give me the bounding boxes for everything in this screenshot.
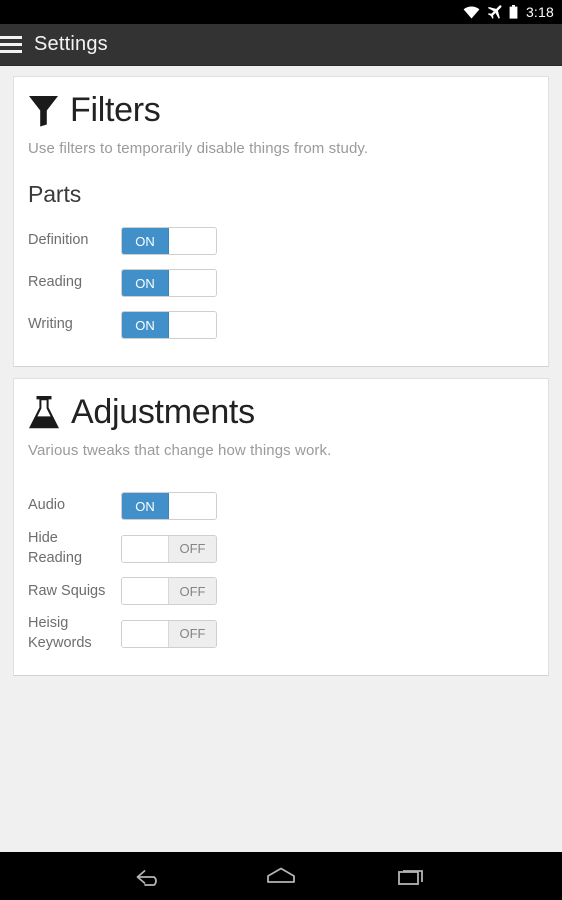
toggle-definition[interactable]: ON xyxy=(121,227,217,256)
toggle-heisig-keywords[interactable]: OFF xyxy=(121,619,217,648)
toggle-state-label: OFF xyxy=(169,620,216,647)
row-label: Raw Squigs xyxy=(28,582,106,599)
adjustments-card: Adjustments Various tweaks that change h… xyxy=(13,378,549,677)
row-reading: Reading ON xyxy=(28,264,534,302)
row-heisig-keywords: Heisig Keywords OFF xyxy=(28,614,534,653)
home-icon xyxy=(267,867,295,883)
toggle-state-label: ON xyxy=(122,270,169,297)
row-label: Writing xyxy=(28,316,73,333)
row-label: Definition xyxy=(28,232,89,249)
toggle-thumb xyxy=(122,620,169,647)
row-hide-reading: Hide Reading OFF xyxy=(28,529,534,568)
home-button[interactable] xyxy=(257,852,305,900)
airplane-mode-icon xyxy=(487,5,502,19)
adjustments-title: Adjustments xyxy=(71,393,255,432)
row-label: Reading xyxy=(28,274,83,291)
system-navigation-bar xyxy=(0,852,562,900)
recents-button[interactable] xyxy=(388,852,436,900)
toggle-thumb xyxy=(169,312,216,339)
parts-rows: Definition ON Reading ON Writing ON xyxy=(28,222,534,344)
toggle-audio[interactable]: ON xyxy=(121,492,217,521)
filters-card: Filters Use filters to temporarily disab… xyxy=(13,76,549,368)
toggle-state-label: ON xyxy=(122,493,169,520)
settings-content: Filters Use filters to temporarily disab… xyxy=(0,66,562,677)
toggle-state-label: OFF xyxy=(169,578,216,605)
row-label: Audio xyxy=(28,497,66,514)
battery-icon xyxy=(509,5,518,19)
toggle-thumb xyxy=(122,578,169,605)
hamburger-menu-icon[interactable] xyxy=(0,24,22,66)
back-button[interactable] xyxy=(126,852,174,900)
row-writing: Writing ON xyxy=(28,306,534,344)
row-label: Hide Reading xyxy=(28,530,83,566)
wifi-icon xyxy=(463,6,480,18)
filters-title: Filters xyxy=(70,91,161,129)
toggle-state-label: ON xyxy=(122,228,169,255)
filters-subtitle: Use filters to temporarily disable thing… xyxy=(28,140,369,158)
status-bar: 3:18 xyxy=(0,0,562,24)
status-bar-time: 3:18 xyxy=(525,4,554,20)
parts-section-title: Parts xyxy=(28,181,82,208)
toggle-raw-squigs[interactable]: OFF xyxy=(121,577,217,606)
adjustments-card-header: Adjustments xyxy=(28,393,534,432)
filters-card-header: Filters xyxy=(28,91,534,130)
status-bar-icons xyxy=(463,5,518,19)
funnel-filter-icon xyxy=(29,96,58,127)
toggle-hide-reading[interactable]: OFF xyxy=(121,534,217,563)
action-bar: Settings xyxy=(0,24,562,66)
row-raw-squigs: Raw Squigs OFF xyxy=(28,572,534,610)
toggle-thumb xyxy=(169,270,216,297)
page-title: Settings xyxy=(34,33,108,55)
adjustments-rows: Audio ON Hide Reading OFF Raw Squigs OFF xyxy=(28,487,534,653)
row-definition: Definition ON xyxy=(28,222,534,260)
adjustments-subtitle: Various tweaks that change how things wo… xyxy=(28,442,332,460)
toggle-state-label: ON xyxy=(122,312,169,339)
back-icon xyxy=(136,870,157,886)
row-label: Heisig Keywords xyxy=(28,615,92,651)
background-filler xyxy=(0,844,562,852)
toggle-reading[interactable]: ON xyxy=(121,269,217,298)
flask-beaker-icon xyxy=(29,395,59,428)
toggle-thumb xyxy=(169,228,216,255)
row-audio: Audio ON xyxy=(28,487,534,525)
toggle-state-label: OFF xyxy=(169,535,216,562)
toggle-thumb xyxy=(122,535,169,562)
toggle-writing[interactable]: ON xyxy=(121,311,217,340)
toggle-thumb xyxy=(169,493,216,520)
recents-icon xyxy=(398,870,423,885)
